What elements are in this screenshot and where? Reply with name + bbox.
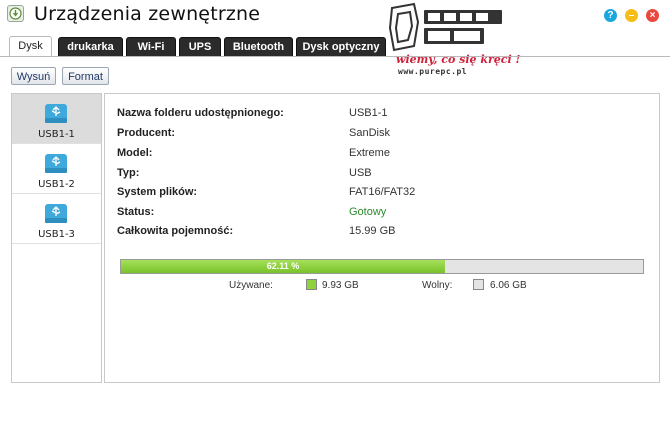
tab-wifi[interactable]: Wi-Fi: [126, 37, 176, 56]
status-value: Gotowy: [349, 206, 387, 218]
usb-drive-icon: [45, 204, 67, 223]
model-value: Extreme: [349, 147, 390, 159]
question-mark-icon: ?: [607, 10, 614, 21]
used-value: 9.93 GB: [322, 280, 359, 291]
free-label: Wolny:: [422, 280, 453, 291]
tab-dysk-optyczny[interactable]: Dysk optyczny: [296, 37, 386, 56]
watermark-slogan: wiemy, co się kręci !: [396, 53, 521, 66]
app-icon: [7, 5, 24, 22]
usb-drive-icon: [45, 154, 67, 173]
help-button[interactable]: ?: [604, 9, 617, 22]
device-item-usb1-2[interactable]: USB1-2: [12, 144, 101, 194]
used-swatch: [306, 279, 317, 290]
filesystem-value: FAT16/FAT32: [349, 186, 416, 198]
close-icon: ×: [649, 10, 656, 21]
purepc-logo-icon: [388, 2, 502, 52]
manufacturer-value: SanDisk: [349, 127, 390, 139]
device-item-usb1-1[interactable]: USB1-1: [12, 94, 101, 144]
device-label: USB1-3: [38, 229, 75, 240]
status-label: Status:: [117, 206, 155, 218]
free-value: 6.06 GB: [490, 280, 527, 291]
used-label: Używane:: [229, 280, 273, 291]
close-button[interactable]: ×: [646, 9, 659, 22]
eject-button[interactable]: Wysuń: [11, 67, 56, 85]
type-label: Typ:: [117, 167, 140, 179]
usb-drive-icon: [45, 104, 67, 123]
minimize-button[interactable]: –: [625, 9, 638, 22]
tab-drukarka[interactable]: drukarka: [58, 37, 123, 56]
device-details: Nazwa folderu udostępnionego: USB1-1 Pro…: [104, 93, 660, 383]
tab-dysk[interactable]: Dysk: [9, 36, 52, 57]
watermark-url: www.purepc.pl: [398, 67, 468, 76]
filesystem-label: System plików:: [117, 186, 198, 198]
manufacturer-label: Producent:: [117, 127, 176, 139]
usage-progress-bar: 62.11 %: [120, 259, 644, 274]
capacity-value: 15.99 GB: [349, 225, 396, 237]
device-label: USB1-1: [38, 129, 75, 140]
tab-divider: [0, 56, 670, 57]
share-folder-value: USB1-1: [349, 107, 388, 119]
tab-ups[interactable]: UPS: [179, 37, 221, 56]
share-folder-label: Nazwa folderu udostępnionego:: [117, 107, 284, 119]
model-label: Model:: [117, 147, 153, 159]
title-bar: Urządzenia zewnętrzne ? – ×: [0, 0, 670, 36]
free-swatch: [473, 279, 484, 290]
device-item-usb1-3[interactable]: USB1-3: [12, 194, 101, 244]
device-label: USB1-2: [38, 179, 75, 190]
tab-bluetooth[interactable]: Bluetooth: [224, 37, 293, 56]
usage-percent: 62.11 %: [266, 261, 300, 271]
window-title: Urządzenia zewnętrzne: [34, 3, 261, 25]
format-button[interactable]: Format: [62, 67, 109, 85]
device-list: USB1-1 USB1-2 USB1-3: [11, 93, 102, 383]
capacity-label: Całkowita pojemność:: [117, 225, 234, 237]
type-value: USB: [349, 167, 372, 179]
purepc-watermark: wiemy, co się kręci ! www.purepc.pl: [388, 2, 520, 78]
minus-icon: –: [628, 10, 635, 21]
